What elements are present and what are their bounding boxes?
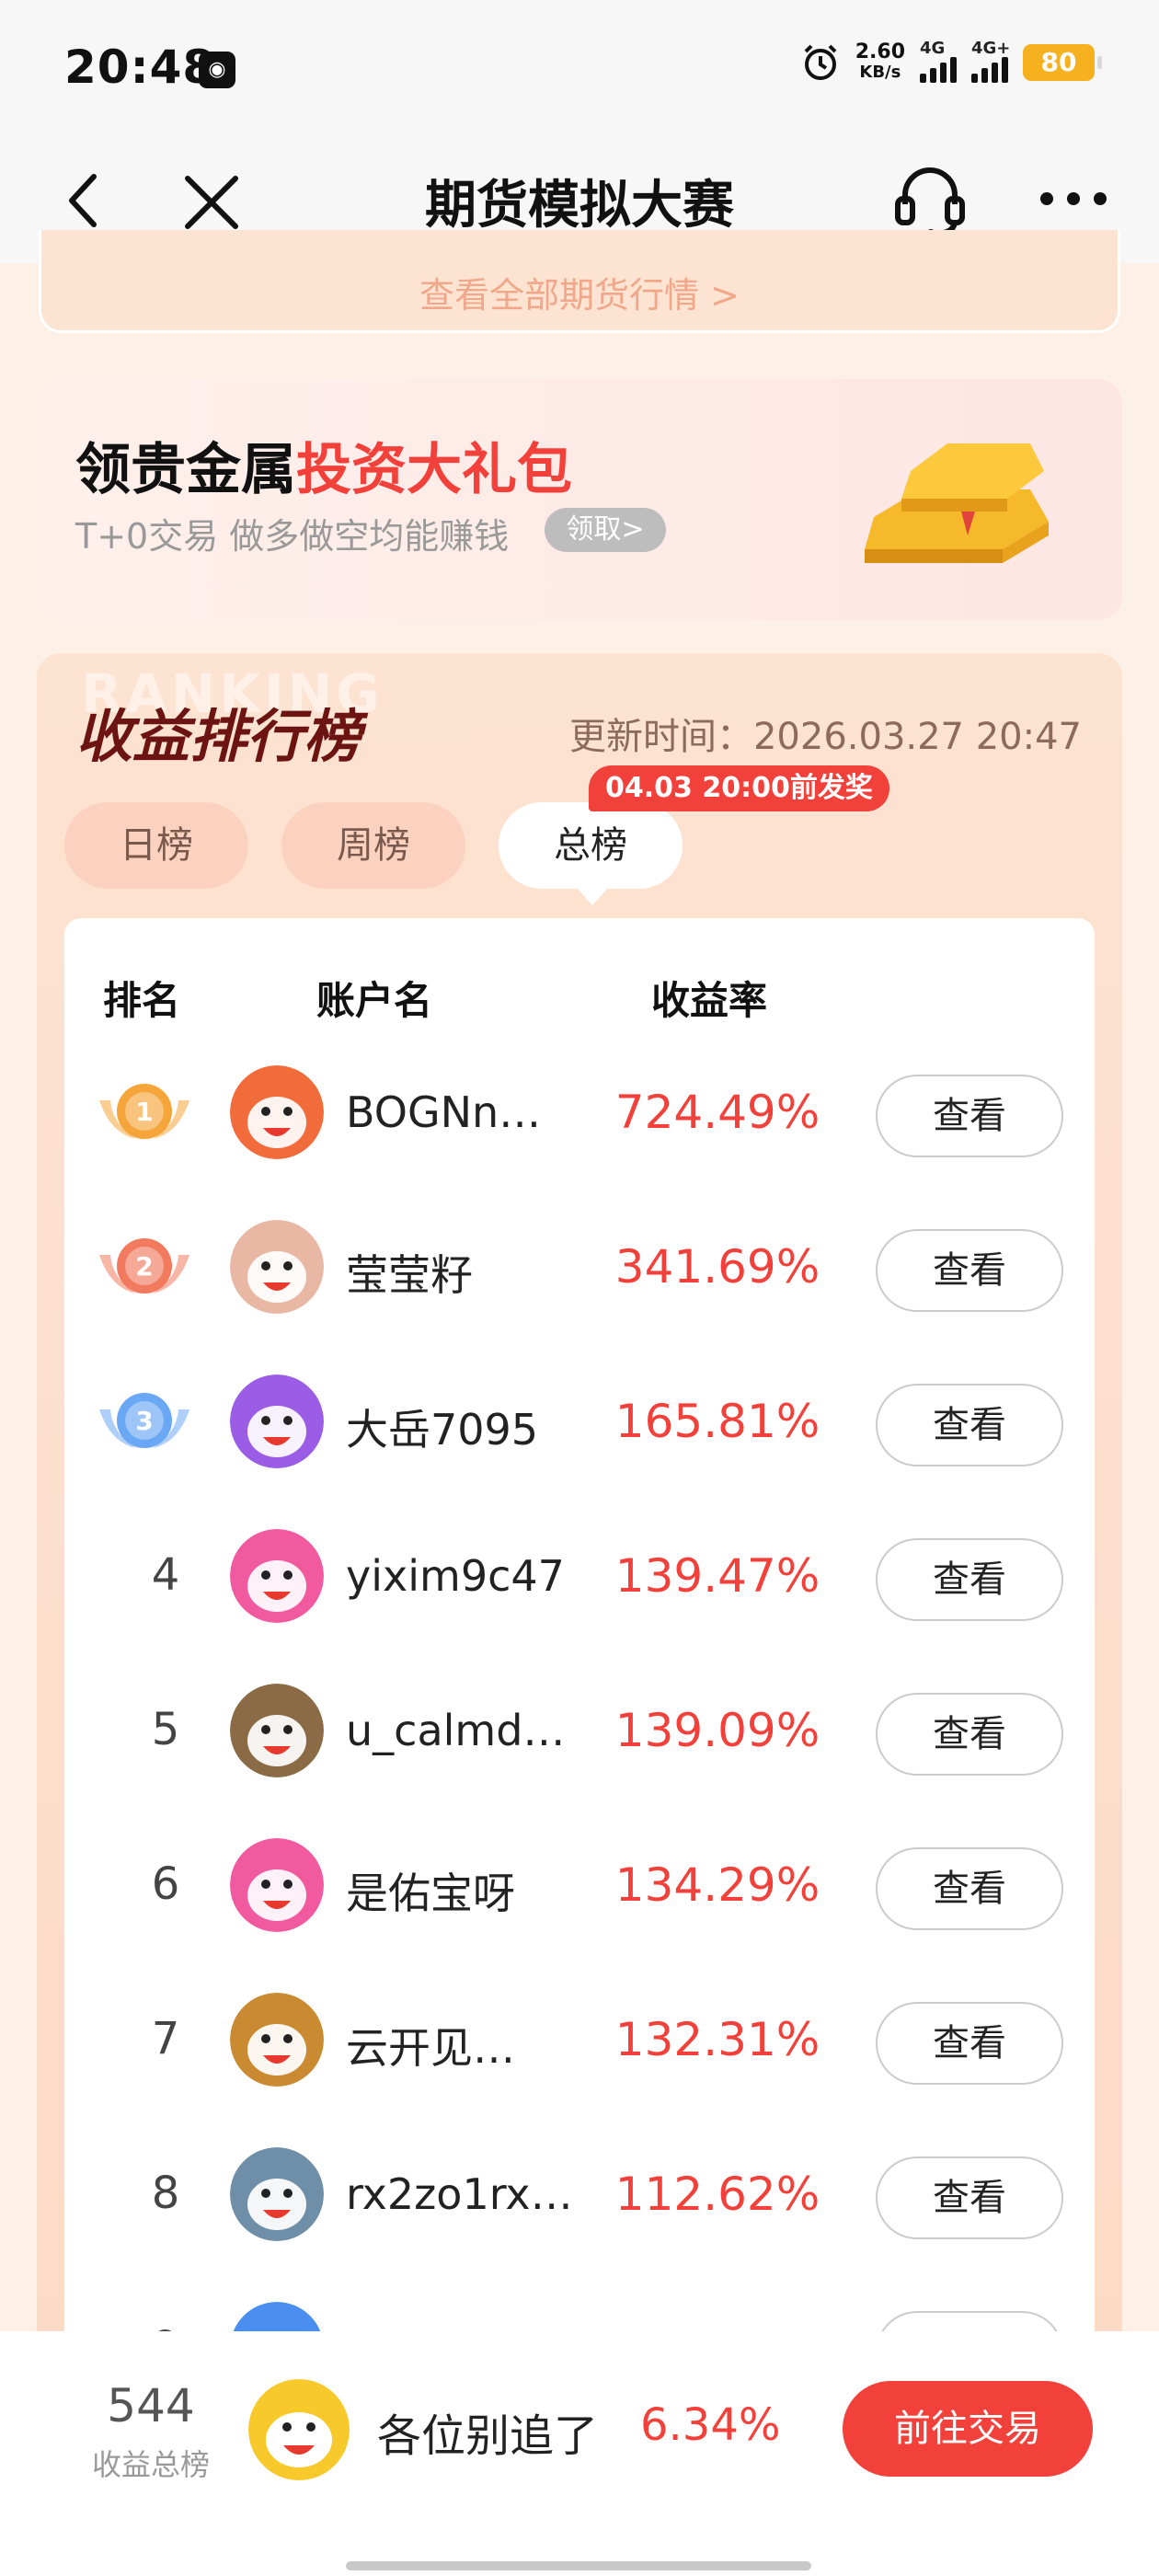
yield-value: 341.69% <box>614 1240 820 1294</box>
avatar <box>230 1993 324 2087</box>
rank-number: 8 <box>151 2168 180 2219</box>
rank-medal-icon: 3 <box>99 1393 189 1448</box>
rank-medal-icon: 1 <box>99 1084 189 1139</box>
my-rank-label: 收益总榜 <box>91 2447 210 2482</box>
account-name: 云开见… <box>346 2023 515 2073</box>
update-time: 更新时间：2026.03.27 20:47 <box>568 716 1082 758</box>
yield-value: 724.49% <box>614 1086 820 1139</box>
view-button[interactable]: 查看 <box>876 1384 1063 1466</box>
header-yield: 收益率 <box>651 978 768 1023</box>
futures-quote-card: 查看全部期货行情 > <box>39 230 1120 333</box>
tab-daily[interactable]: 日榜 <box>64 802 248 889</box>
ranking-row: 4 yixim9c47 139.47% 查看 <box>64 1498 1095 1652</box>
promo-title: 领贵金属投资大礼包 <box>75 438 572 502</box>
ranking-row: 7 云开见… 132.31% 查看 <box>64 1961 1095 2116</box>
view-button[interactable]: 查看 <box>876 1693 1063 1776</box>
view-all-quotes-link[interactable]: 查看全部期货行情 > <box>41 267 1118 317</box>
page-title: 期货模拟大赛 <box>425 176 734 236</box>
rank-medal-icon: 2 <box>99 1238 189 1294</box>
reward-badge: 04.03 20:00前发奖 <box>589 765 889 811</box>
yield-value: 134.29% <box>614 1858 820 1912</box>
account-name: 是佑宝呀 <box>346 1869 515 1918</box>
gold-bars-icon <box>865 443 1049 563</box>
view-button[interactable]: 查看 <box>876 1538 1063 1621</box>
avatar <box>230 1220 324 1314</box>
yield-value: 139.09% <box>614 1704 820 1757</box>
net-speed: 2.60 KB/s <box>855 40 905 83</box>
ranking-row: 5 u_calmd… 139.09% 查看 <box>64 1652 1095 1807</box>
my-rank: 544 <box>107 2379 195 2432</box>
my-yield: 6.34% <box>640 2399 781 2451</box>
my-avatar <box>248 2379 350 2480</box>
account-name: BOGNn… <box>346 1087 542 1137</box>
ranking-table: 排名 账户名 收益率 1 BOGNn… 724.49% 查看 2 莹莹籽 341.69% 查看… <box>64 918 1095 2576</box>
account-name: rx2zo1rx… <box>346 2169 573 2219</box>
status-time: 20:48 <box>64 40 216 94</box>
yield-value: 132.31% <box>614 2013 820 2066</box>
signal-icon-sim2: 4G+ <box>971 39 1010 83</box>
header-rank: 排名 <box>103 978 181 1023</box>
ranking-row: 8 rx2zo1rx… 112.62% 查看 <box>64 2116 1095 2271</box>
ranking-title: 收益排行榜 <box>75 703 361 770</box>
customer-service-icon[interactable] <box>889 158 971 241</box>
account-name: 大岳7095 <box>346 1405 539 1455</box>
rank-number: 7 <box>151 2013 180 2064</box>
avatar <box>230 1374 324 1468</box>
yield-value: 165.81% <box>614 1395 820 1448</box>
view-button[interactable]: 查看 <box>876 1847 1063 1930</box>
go-trade-button[interactable]: 前往交易 <box>843 2381 1093 2477</box>
app-notification-icon: ◉ <box>199 52 235 88</box>
svg-text:2: 2 <box>135 1251 153 1282</box>
ranking-row: 2 莹莹籽 341.69% 查看 <box>64 1189 1095 1343</box>
alarm-icon <box>804 44 837 80</box>
tab-weekly[interactable]: 周榜 <box>281 802 465 889</box>
view-button[interactable]: 查看 <box>876 1075 1063 1157</box>
yield-value: 139.47% <box>614 1549 820 1603</box>
avatar <box>230 1065 324 1159</box>
home-indicator[interactable] <box>346 2561 811 2570</box>
rank-number: 5 <box>151 1704 180 1755</box>
account-name: u_calmd… <box>346 1706 566 1755</box>
yield-value: 112.62% <box>614 2168 820 2221</box>
status-bar: 20:48 ◉ 2.60 KB/s 4G 4G+ 80 <box>0 0 1159 138</box>
claim-button[interactable]: 领取> <box>545 508 666 552</box>
avatar <box>230 1838 324 1932</box>
ranking-row: 3 大岳7095 165.81% 查看 <box>64 1343 1095 1498</box>
more-icon[interactable] <box>1032 171 1115 226</box>
tab-total[interactable]: 总榜 <box>499 802 683 905</box>
avatar <box>230 2147 324 2241</box>
view-button[interactable]: 查看 <box>876 2156 1063 2239</box>
svg-text:3: 3 <box>135 1406 153 1436</box>
ranking-row: 1 BOGNn… 724.49% 查看 <box>64 1034 1095 1189</box>
promo-banner[interactable]: 领贵金属投资大礼包 T+0交易 做多做空均能赚钱 领取> <box>37 379 1122 620</box>
ranking-section: RANKING 收益排行榜 更新时间：2026.03.27 20:47 日榜 周… <box>37 653 1122 2576</box>
rank-number: 4 <box>151 1549 180 1601</box>
signal-icon-sim1: 4G <box>920 39 957 83</box>
promo-subtitle: T+0交易 做多做空均能赚钱 <box>75 516 510 557</box>
avatar <box>230 1684 324 1777</box>
view-button[interactable]: 查看 <box>876 1229 1063 1312</box>
account-name: 莹莹籽 <box>346 1250 473 1300</box>
view-button[interactable]: 查看 <box>876 2002 1063 2085</box>
avatar <box>230 1529 324 1623</box>
my-ranking-bar: 544 收益总榜 各位别追了 6.34% 前往交易 <box>0 2331 1159 2576</box>
account-name: yixim9c47 <box>346 1551 565 1601</box>
svg-text:1: 1 <box>135 1097 153 1127</box>
rank-number: 6 <box>151 1858 180 1910</box>
battery-icon: 80 <box>1023 44 1102 81</box>
my-name: 各位别追了 <box>377 2410 599 2462</box>
header-account: 账户名 <box>316 978 433 1023</box>
ranking-row: 6 是佑宝呀 134.29% 查看 <box>64 1807 1095 1961</box>
